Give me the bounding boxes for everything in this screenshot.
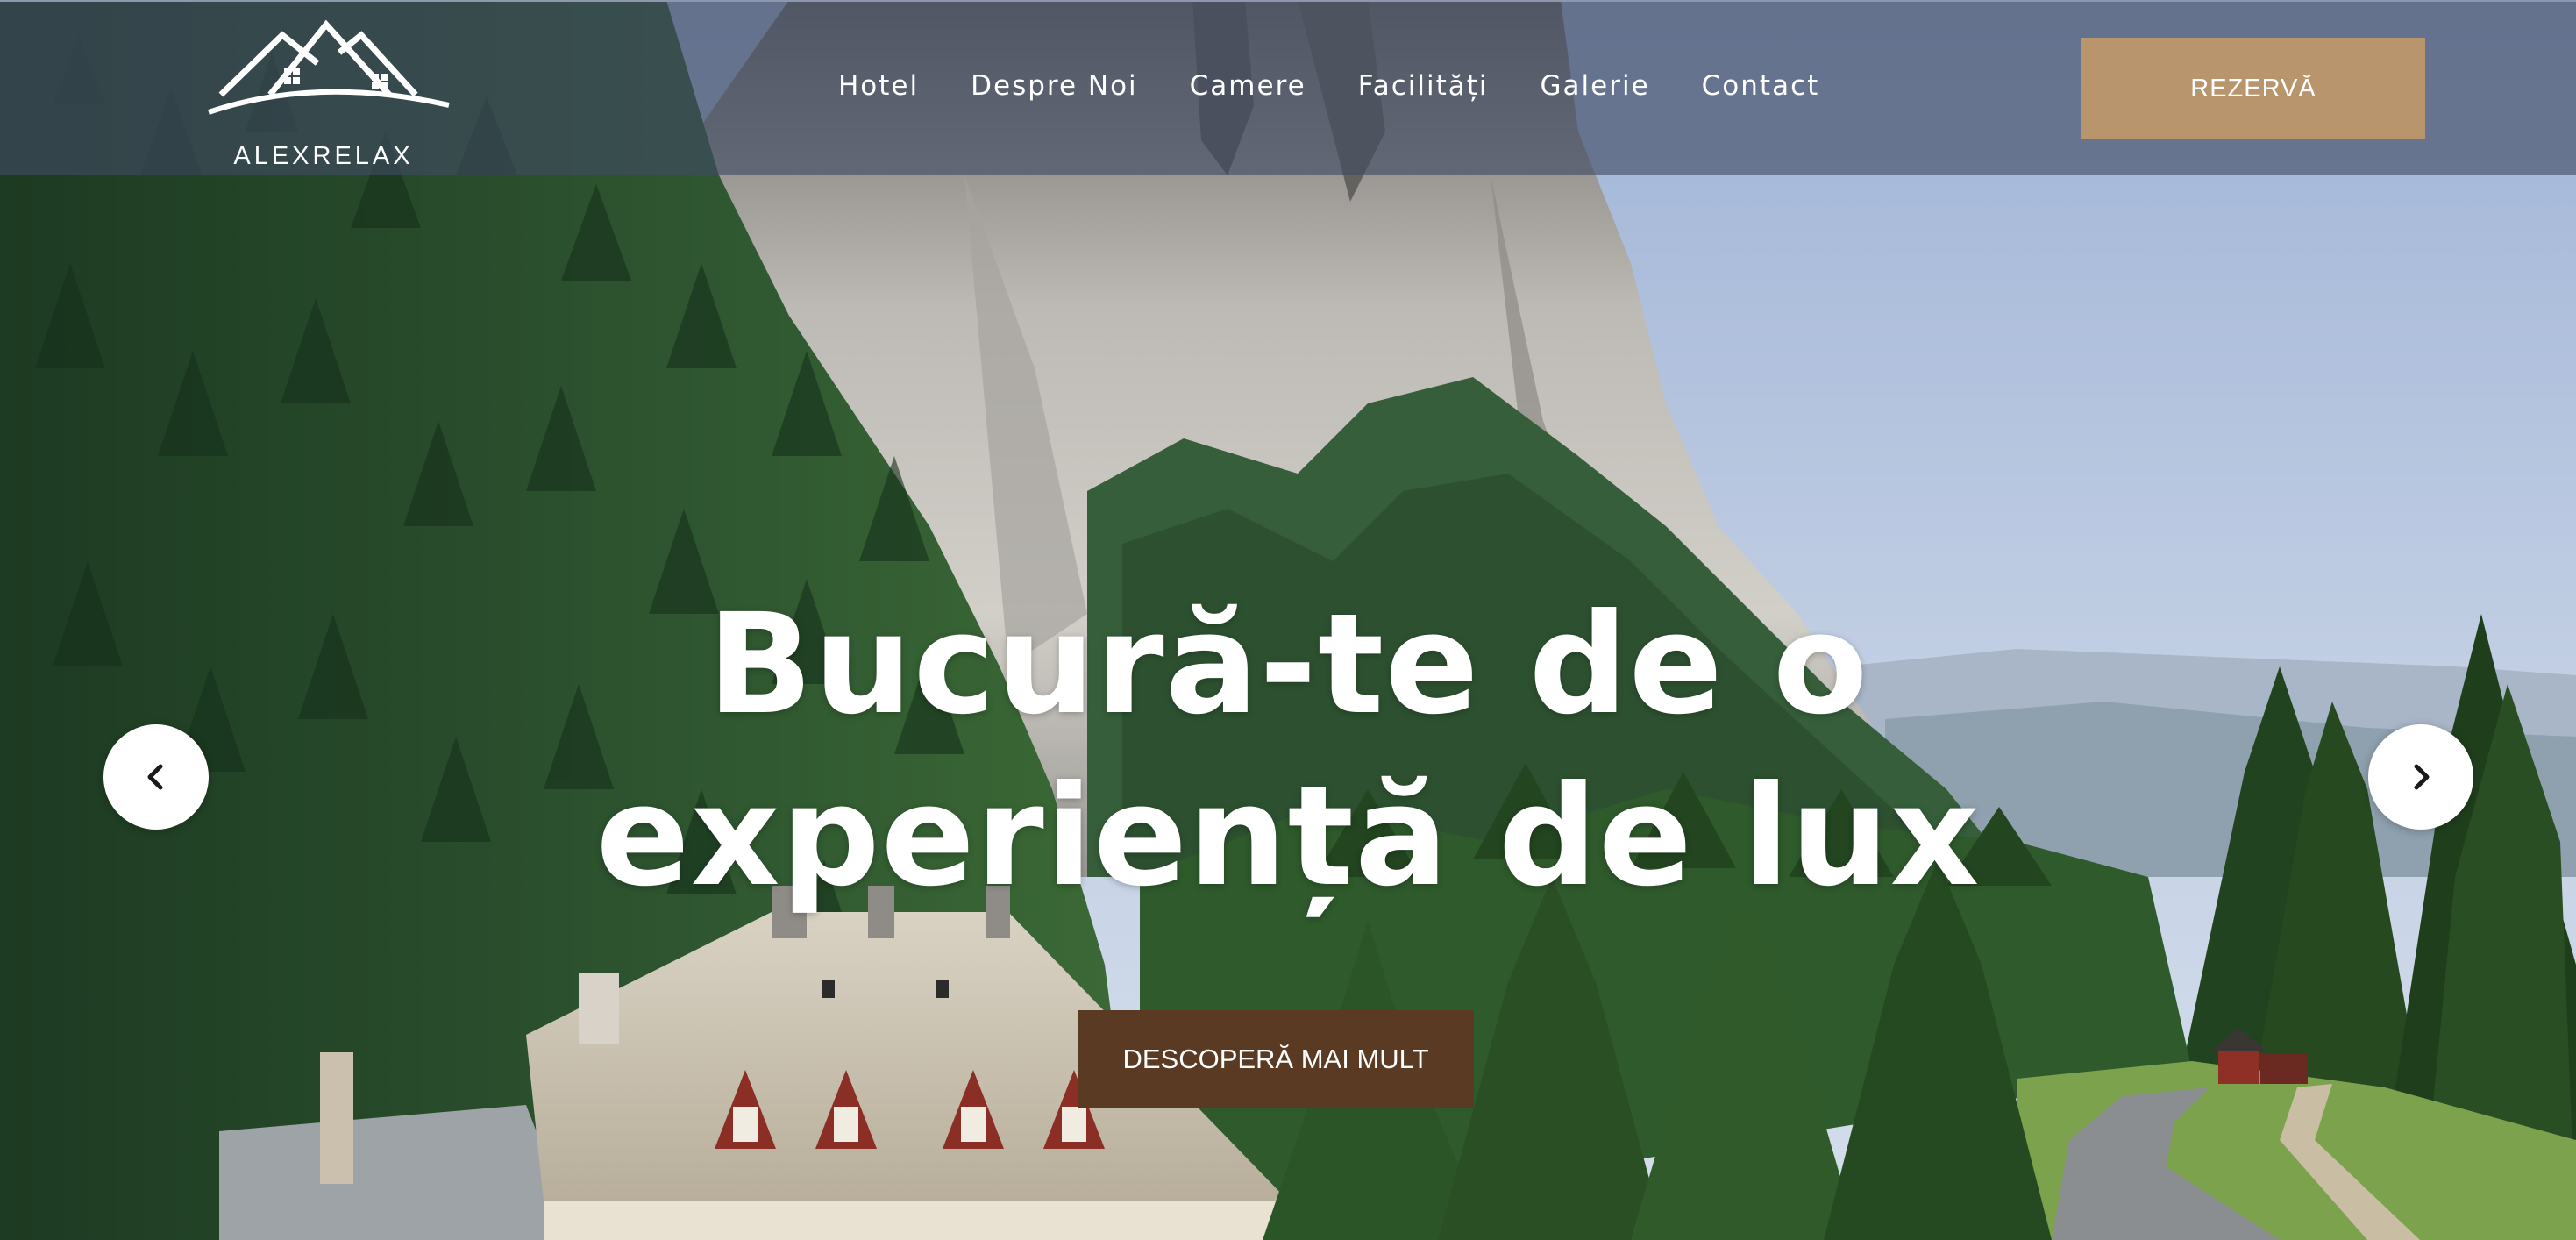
slider-prev-button[interactable] — [103, 724, 209, 830]
nav-item-facilitati[interactable]: Facilități — [1358, 70, 1489, 102]
site-header: ALEXRELAX Hotel Despre Noi Camere Facili… — [0, 0, 2576, 175]
nav-item-despre-noi[interactable]: Despre Noi — [971, 70, 1138, 102]
main-navigation: Hotel Despre Noi Camere Facilități Galer… — [838, 70, 1871, 102]
discover-more-button[interactable]: DESCOPERĂ MAI MULT — [1078, 1010, 1474, 1108]
house-roof-logo-icon — [208, 19, 450, 115]
nav-item-camere[interactable]: Camere — [1190, 70, 1306, 102]
nav-item-galerie[interactable]: Galerie — [1541, 70, 1650, 102]
nav-item-contact[interactable]: Contact — [1702, 70, 1820, 102]
hero-headline: Bucură-te de o experiență de lux — [0, 579, 2576, 923]
brand-name: ALEXRELAX — [233, 142, 414, 170]
hero-headline-line-2: experiență de lux — [595, 756, 1981, 917]
chevron-left-icon — [147, 764, 163, 790]
slider-next-button[interactable] — [2368, 724, 2473, 830]
nav-item-hotel[interactable]: Hotel — [838, 70, 919, 102]
brand-logo[interactable]: ALEXRELAX — [186, 14, 458, 170]
chevron-right-icon — [2414, 764, 2430, 790]
book-button[interactable]: REZERVĂ — [2081, 38, 2425, 139]
hero-headline-line-1: Bucură-te de o — [707, 584, 1869, 745]
